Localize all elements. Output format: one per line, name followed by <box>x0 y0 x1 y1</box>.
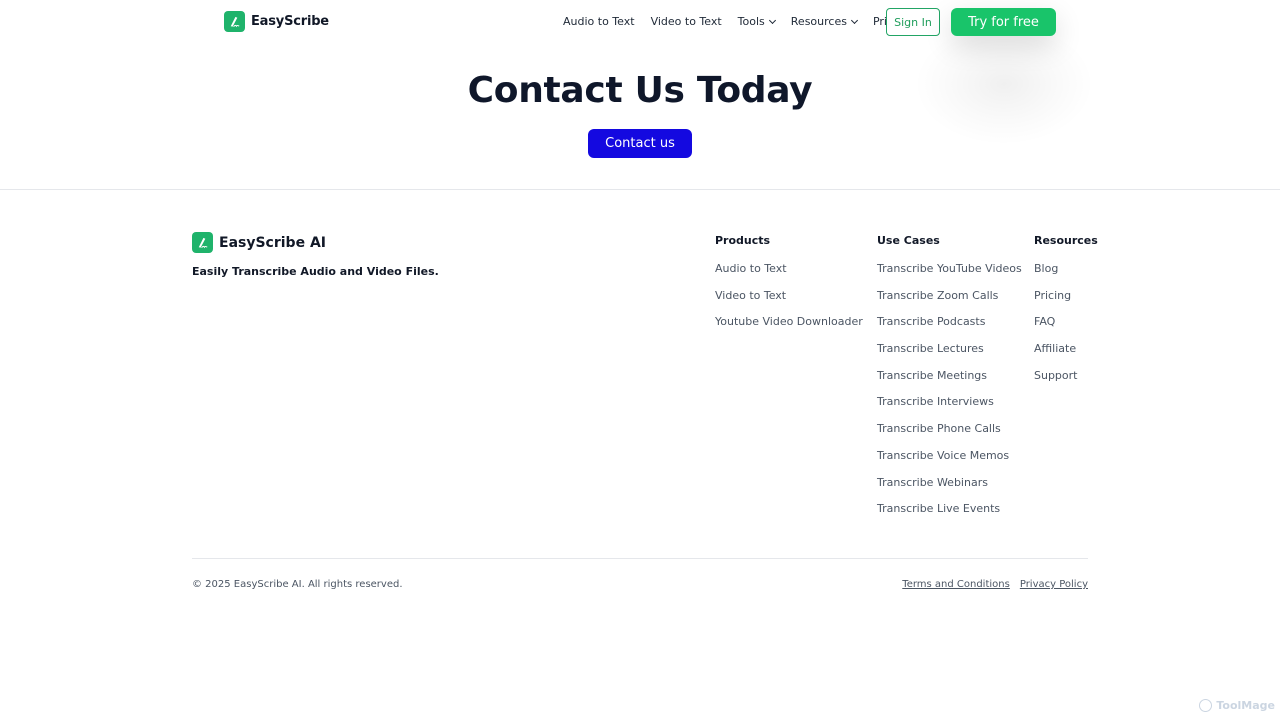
nav-audio-to-text[interactable]: Audio to Text <box>563 15 635 28</box>
footer-tagline: Easily Transcribe Audio and Video Files. <box>192 265 439 278</box>
footer-link-item: Blog <box>1034 259 1098 286</box>
nav-tools-dropdown[interactable]: Tools <box>737 15 776 28</box>
footer-link[interactable]: Audio to Text <box>715 262 787 275</box>
footer-link[interactable]: Transcribe YouTube Videos <box>877 262 1022 275</box>
footer-link-item: Audio to Text <box>715 259 863 286</box>
footer-brand: EasyScribe AI <box>192 232 326 253</box>
main-nav: Audio to Text Video to Text Tools Resour… <box>563 15 926 28</box>
footer-link[interactable]: Transcribe Lectures <box>877 342 984 355</box>
brand-link[interactable]: EasyScribe <box>224 11 329 32</box>
footer-link-item: Youtube Video Downloader <box>715 312 863 339</box>
footer-link-item: Transcribe Lectures <box>877 339 1022 366</box>
footer-link[interactable]: Affiliate <box>1034 342 1076 355</box>
sign-in-button[interactable]: Sign In <box>886 8 940 36</box>
footer-link-item: Transcribe Podcasts <box>877 312 1022 339</box>
footer-link-list: Transcribe YouTube Videos Transcribe Zoom… <box>877 259 1022 526</box>
footer-link[interactable]: Transcribe Podcasts <box>877 315 985 328</box>
toolmage-watermark: ToolMage <box>1199 699 1275 712</box>
nav-video-to-text[interactable]: Video to Text <box>651 15 722 28</box>
footer-link[interactable]: Pricing <box>1034 289 1071 302</box>
footer-link-item: Video to Text <box>715 286 863 313</box>
section-divider <box>0 189 1280 190</box>
footer-link[interactable]: Blog <box>1034 262 1058 275</box>
footer-link[interactable]: Youtube Video Downloader <box>715 315 863 328</box>
footer-brand-name: EasyScribe AI <box>219 234 326 251</box>
footer-link-item: Transcribe Meetings <box>877 366 1022 393</box>
footer-divider <box>192 558 1088 559</box>
footer-column-products: Products Audio to Text Video to Text Youtu… <box>715 233 863 339</box>
contact-us-button[interactable]: Contact us <box>588 129 692 158</box>
footer-link[interactable]: Transcribe Interviews <box>877 395 994 408</box>
footer-link[interactable]: Transcribe Voice Memos <box>877 449 1009 462</box>
easyscribe-logo-icon <box>192 232 213 253</box>
footer-column-heading: Products <box>715 234 771 247</box>
watermark-text: ToolMage <box>1216 699 1275 712</box>
footer-link[interactable]: Transcribe Webinars <box>877 476 988 489</box>
footer-link-item: Transcribe Live Events <box>877 499 1022 526</box>
try-for-free-button[interactable]: Try for free <box>951 8 1056 36</box>
footer-link-item: FAQ <box>1034 312 1098 339</box>
nav-label: Tools <box>737 15 765 28</box>
footer-link[interactable]: Video to Text <box>715 289 786 302</box>
privacy-link[interactable]: Privacy Policy <box>1020 579 1088 590</box>
footer-link[interactable]: Transcribe Live Events <box>877 502 1000 515</box>
footer-link-item: Transcribe Phone Calls <box>877 419 1022 446</box>
footer-link[interactable]: FAQ <box>1034 315 1055 328</box>
nav-label: Audio to Text <box>563 15 635 28</box>
footer-column-resources: Resources Blog Pricing FAQ Affiliate Support <box>1034 233 1098 392</box>
footer-column-use-cases: Use Cases Transcribe YouTube Videos Trans… <box>877 233 1022 526</box>
terms-link[interactable]: Terms and Conditions <box>902 579 1010 590</box>
easyscribe-logo-icon <box>224 11 245 32</box>
chevron-down-icon <box>768 16 776 24</box>
footer-link-item: Affiliate <box>1034 339 1098 366</box>
footer-link-list: Audio to Text Video to Text Youtube Video … <box>715 259 863 339</box>
copyright-text: © 2025 EasyScribe AI. All rights reserve… <box>192 579 403 590</box>
footer-link-item: Transcribe Interviews <box>877 392 1022 419</box>
nav-label: Video to Text <box>650 15 722 28</box>
footer-link-item: Pricing <box>1034 286 1098 313</box>
footer-link-item: Support <box>1034 366 1098 393</box>
footer-link[interactable]: Support <box>1034 369 1077 382</box>
footer-link-item: Transcribe Webinars <box>877 473 1022 500</box>
page-title: Contact Us Today <box>467 70 813 111</box>
nav-label: Resources <box>790 15 847 28</box>
footer-link-item: Transcribe YouTube Videos <box>877 259 1022 286</box>
brand-name: EasyScribe <box>251 14 329 29</box>
toolmage-logo-icon <box>1199 699 1213 712</box>
site-header: EasyScribe Audio to Text Video to Text T… <box>0 0 1280 144</box>
footer-link[interactable]: Transcribe Phone Calls <box>877 422 1001 435</box>
footer-link-list: Blog Pricing FAQ Affiliate Support <box>1034 259 1098 392</box>
legal-links: Terms and Conditions Privacy Policy <box>902 579 1088 590</box>
footer-column-heading: Use Cases <box>877 234 940 247</box>
footer-column-heading: Resources <box>1034 234 1098 247</box>
footer-link-item: Transcribe Zoom Calls <box>877 286 1022 313</box>
footer-link[interactable]: Transcribe Zoom Calls <box>877 289 998 302</box>
footer-link[interactable]: Transcribe Meetings <box>877 369 987 382</box>
chevron-down-icon <box>850 16 859 24</box>
footer-link-item: Transcribe Voice Memos <box>877 446 1022 473</box>
nav-resources-dropdown[interactable]: Resources <box>790 15 859 28</box>
